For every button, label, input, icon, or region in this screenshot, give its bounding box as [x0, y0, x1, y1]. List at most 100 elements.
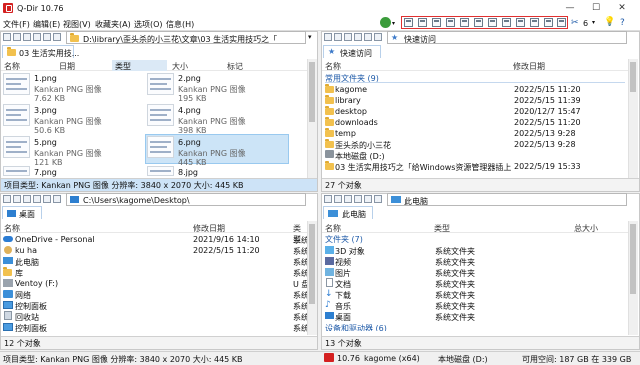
col-tag[interactable]: 标记 — [227, 61, 243, 72]
file-thumbnail[interactable] — [3, 166, 30, 176]
address-text[interactable]: 此电脑 — [404, 196, 428, 207]
favorites-icon[interactable] — [364, 195, 372, 203]
col-name[interactable]: 名称 — [325, 61, 341, 72]
scrollbar-thumb[interactable] — [309, 224, 315, 304]
app-icon[interactable] — [3, 3, 13, 13]
group-header[interactable]: 文件夹 (7) — [325, 234, 363, 245]
nav-up-icon[interactable] — [344, 33, 352, 41]
file-name[interactable]: 5.png — [34, 138, 57, 147]
menu-view[interactable]: 视图(V) — [63, 19, 91, 30]
address-bar[interactable]: D:\library\歪头杀的小三花\文章\03 生活实用技巧之「 — [66, 31, 306, 44]
favorites-icon[interactable] — [364, 33, 372, 41]
lightbulb-icon[interactable]: 💡 — [604, 17, 615, 27]
options-icon[interactable] — [53, 33, 61, 41]
favorites-icon[interactable] — [43, 195, 51, 203]
nav-forward-icon[interactable] — [334, 33, 342, 41]
menu-edit[interactable]: 编辑(E) — [33, 19, 60, 30]
scrollbar-thumb[interactable] — [630, 62, 636, 92]
file-thumbnail[interactable] — [147, 136, 174, 158]
file-thumbnail[interactable] — [3, 104, 30, 126]
tab-current[interactable]: 此电脑 — [323, 206, 373, 219]
minimize-button[interactable]: — — [560, 1, 580, 15]
file-name[interactable]: 7.png — [34, 168, 57, 177]
globe-icon[interactable] — [380, 17, 391, 28]
layout-11-icon[interactable] — [544, 18, 553, 27]
layout-12-icon[interactable] — [557, 18, 566, 27]
nav-forward-icon[interactable] — [13, 33, 21, 41]
menu-file[interactable]: 文件(F) — [3, 19, 30, 30]
nav-forward-icon[interactable] — [13, 195, 21, 203]
file-thumbnail[interactable] — [147, 104, 174, 126]
address-bar[interactable]: ★ 快速访问 — [387, 31, 627, 44]
nav-back-icon[interactable] — [324, 195, 332, 203]
file-name[interactable]: 8.jpg — [178, 168, 198, 177]
layout-4-icon[interactable] — [446, 18, 455, 27]
address-bar[interactable]: 此电脑 — [387, 193, 627, 206]
file-thumbnail[interactable] — [147, 166, 174, 176]
file-thumbnail[interactable] — [3, 136, 30, 158]
scrollbar-thumb[interactable] — [630, 224, 636, 294]
view-mode-icon[interactable] — [33, 195, 41, 203]
favorites-icon[interactable] — [43, 33, 51, 41]
address-bar[interactable]: C:\Users\kagome\Desktop\ — [66, 193, 306, 206]
col-size[interactable]: 大小 — [172, 61, 188, 72]
col-name[interactable]: 名称 — [4, 223, 20, 234]
tab-current[interactable]: ★ 快速访问 — [323, 45, 381, 58]
col-date[interactable]: 修改日期 — [513, 61, 545, 72]
nav-back-icon[interactable] — [3, 33, 11, 41]
status-text: 27 个对象 — [325, 181, 362, 190]
layout-1-icon[interactable] — [404, 18, 413, 27]
file-name[interactable]: 6.png — [178, 138, 201, 147]
address-text[interactable]: 快速访问 — [404, 34, 436, 45]
menu-info[interactable]: 信息(H) — [166, 19, 194, 30]
file-thumbnail[interactable] — [3, 73, 30, 95]
address-text[interactable]: C:\Users\kagome\Desktop\ — [83, 196, 190, 205]
file-name[interactable]: 2.png — [178, 74, 201, 83]
menu-options[interactable]: 选项(O) — [134, 19, 163, 30]
address-text[interactable]: D:\library\歪头杀的小三花\文章\03 生活实用技巧之「 — [83, 34, 277, 45]
layout-7-icon[interactable] — [488, 18, 497, 27]
group-header[interactable]: 设备和驱动器 (6) — [325, 323, 387, 331]
layout-8-icon[interactable] — [502, 18, 511, 27]
layout-5-icon[interactable] — [460, 18, 469, 27]
col-name[interactable]: 名称 — [325, 223, 341, 234]
file-name[interactable]: 3.png — [34, 106, 57, 115]
nav-up-icon[interactable] — [23, 195, 31, 203]
options-icon[interactable] — [374, 195, 382, 203]
chevron-down-icon[interactable]: ▾ — [392, 20, 395, 27]
layout-9-icon[interactable] — [516, 18, 525, 27]
file-name[interactable]: 1.png — [34, 74, 57, 83]
close-button[interactable]: ✕ — [612, 1, 632, 15]
col-date[interactable]: 日期 — [59, 61, 75, 72]
nav-up-icon[interactable] — [23, 33, 31, 41]
tab-current[interactable]: 桌面 — [2, 206, 42, 219]
options-icon[interactable] — [374, 33, 382, 41]
tab-current[interactable]: 03 生活实用技... — [2, 45, 79, 58]
col-total-size[interactable]: 总大小 — [574, 223, 598, 234]
view-mode-icon[interactable] — [33, 33, 41, 41]
nav-back-icon[interactable] — [324, 33, 332, 41]
nav-up-icon[interactable] — [344, 195, 352, 203]
file-thumbnail[interactable] — [147, 73, 174, 95]
file-name[interactable]: 4.png — [178, 106, 201, 115]
menu-favorites[interactable]: 收藏夹(A) — [95, 19, 131, 30]
help-icon[interactable]: ? — [620, 18, 625, 28]
col-type[interactable]: 类型 — [434, 223, 450, 234]
view-mode-icon[interactable] — [354, 195, 362, 203]
col-date[interactable]: 修改日期 — [193, 223, 225, 234]
chevron-down-icon[interactable]: ▾ — [308, 33, 312, 41]
maximize-button[interactable]: ☐ — [586, 1, 606, 15]
tools-icon[interactable]: ✂ — [571, 18, 579, 28]
view-mode-icon[interactable] — [354, 33, 362, 41]
list-item[interactable]: 03 生活实用技巧之「给Windows资源管理器插上翅 2022/5/19 15:… — [325, 161, 625, 172]
nav-forward-icon[interactable] — [334, 195, 342, 203]
options-icon[interactable] — [53, 195, 61, 203]
nav-back-icon[interactable] — [3, 195, 11, 203]
layout-6-icon[interactable] — [474, 18, 483, 27]
col-name[interactable]: 名称 — [4, 61, 20, 72]
layout-3-icon[interactable] — [432, 18, 441, 27]
layout-10-icon[interactable] — [530, 18, 539, 27]
layout-2-icon[interactable] — [418, 18, 427, 27]
scrollbar-thumb[interactable] — [309, 62, 315, 122]
chevron-down-icon[interactable]: ▾ — [592, 19, 595, 26]
